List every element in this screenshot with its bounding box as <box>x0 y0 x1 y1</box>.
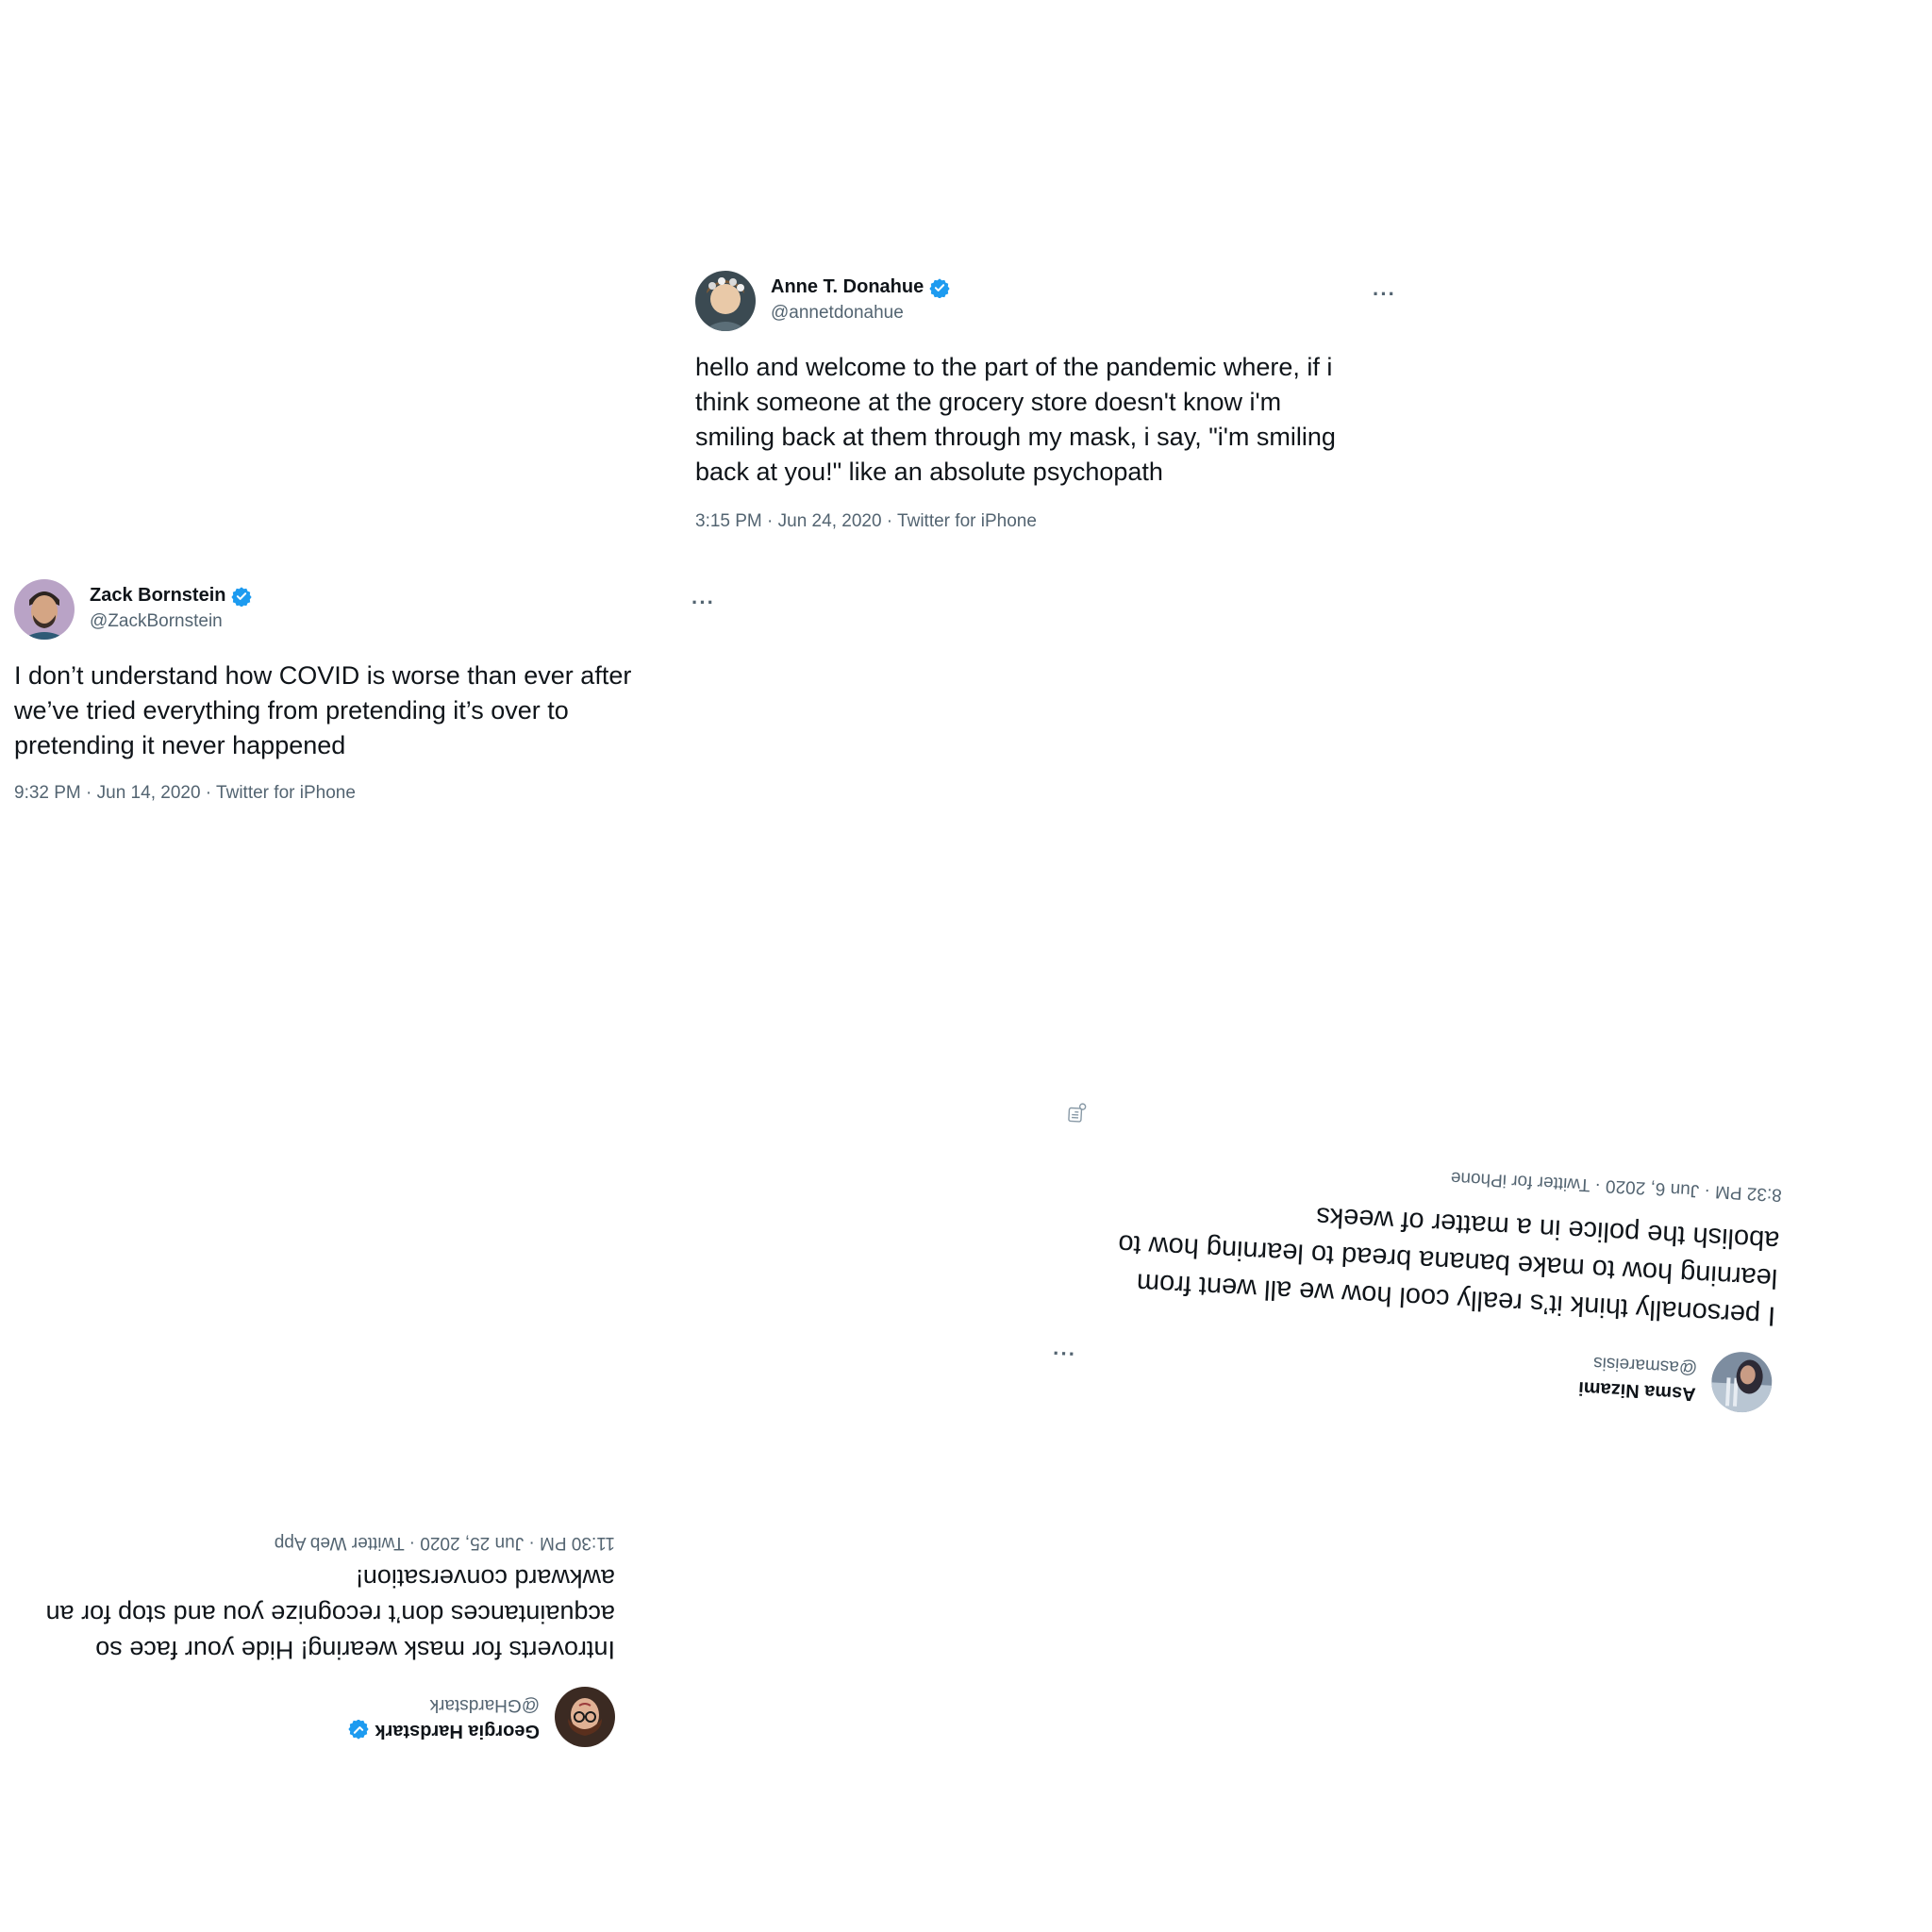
avatar-image <box>555 1687 615 1747</box>
tweet-text-line: hello and welcome to the part of the pan… <box>695 353 1333 381</box>
display-name[interactable]: Zack Bornstein <box>90 585 225 607</box>
collage-canvas: Anne T. Donahue @annetdonahue ··· hello … <box>0 0 1932 1932</box>
tweet-text-line: we’ve tried everything from pretending i… <box>14 696 569 724</box>
tweet-text-line: smiling back at them through my mask, i … <box>695 423 1336 451</box>
tweet-georgia: Georgia Hardstark @GHardstark Introverts… <box>0 1511 615 1747</box>
tweet-timestamp[interactable]: 8:32 PM · Jun 6, 2020 · Twitter for iPho… <box>1450 1167 1782 1205</box>
tweet-text-line: I don’t understand how COVID is worse th… <box>14 661 632 690</box>
tweet-text-line: awkward conversation! <box>356 1564 615 1592</box>
tweet-asma: Asma Nizami @asmareisis ··· I personally… <box>1017 1091 1786 1414</box>
verified-badge-icon <box>231 586 253 607</box>
handle[interactable]: @annetdonahue <box>771 303 904 324</box>
tweet-text-line: think someone at the grocery store doesn… <box>695 388 1282 416</box>
display-name[interactable]: Asma Nizami <box>1578 1376 1697 1404</box>
tweet-text: I don’t understand how COVID is worse th… <box>14 658 717 763</box>
avatar[interactable] <box>1709 1350 1774 1414</box>
handle[interactable]: @asmareisis <box>1593 1352 1698 1378</box>
verified-badge-icon <box>929 277 950 298</box>
translate-icon[interactable] <box>1064 1101 1088 1124</box>
tweet-timestamp[interactable]: 3:15 PM · Jun 24, 2020 · Twitter for iPh… <box>695 511 1037 532</box>
tweet-text: Introverts for mask wearing! Hide your f… <box>0 1560 615 1668</box>
handle[interactable]: @ZackBornstein <box>90 611 223 632</box>
tweet-text-line: Introverts for mask wearing! Hide your f… <box>95 1636 615 1664</box>
tweet-text-line: pretending it never happened <box>14 731 346 759</box>
name-row: Georgia Hardstark <box>348 1720 540 1741</box>
avatar[interactable] <box>14 579 75 640</box>
tweet-text: I personally think it’s really cool how … <box>1021 1182 1781 1335</box>
avatar[interactable] <box>695 271 756 331</box>
tweet-text-line: acquaintances don’t recognize you and st… <box>45 1600 615 1628</box>
handle[interactable]: @GHardstark <box>430 1694 540 1715</box>
display-name[interactable]: Anne T. Donahue <box>771 276 924 298</box>
tweet-zack: Zack Bornstein @ZackBornstein ··· I don’… <box>14 579 717 815</box>
avatar-image <box>695 271 756 331</box>
avatar-image <box>14 579 75 640</box>
tweet-text: hello and welcome to the part of the pan… <box>695 350 1412 490</box>
more-options-icon[interactable]: ··· <box>691 592 715 613</box>
tweet-anne: Anne T. Donahue @annetdonahue ··· hello … <box>695 271 1412 544</box>
name-row: Asma Nizami <box>1578 1376 1697 1404</box>
name-row: Zack Bornstein <box>90 585 253 607</box>
tweet-timestamp[interactable]: 11:30 PM · Jun 25, 2020 · Twitter Web Ap… <box>275 1532 615 1553</box>
avatar[interactable] <box>555 1687 615 1747</box>
more-options-icon[interactable]: ··· <box>1050 1341 1074 1366</box>
tweet-timestamp[interactable]: 9:32 PM · Jun 14, 2020 · Twitter for iPh… <box>14 783 356 804</box>
avatar-image <box>1709 1350 1774 1414</box>
verified-badge-icon <box>348 1720 370 1741</box>
display-name[interactable]: Georgia Hardstark <box>375 1720 540 1741</box>
tweet-text-line: back at you!" like an absolute psychopat… <box>695 458 1163 486</box>
more-options-icon[interactable]: ··· <box>1373 284 1396 305</box>
name-row: Anne T. Donahue <box>771 276 950 298</box>
